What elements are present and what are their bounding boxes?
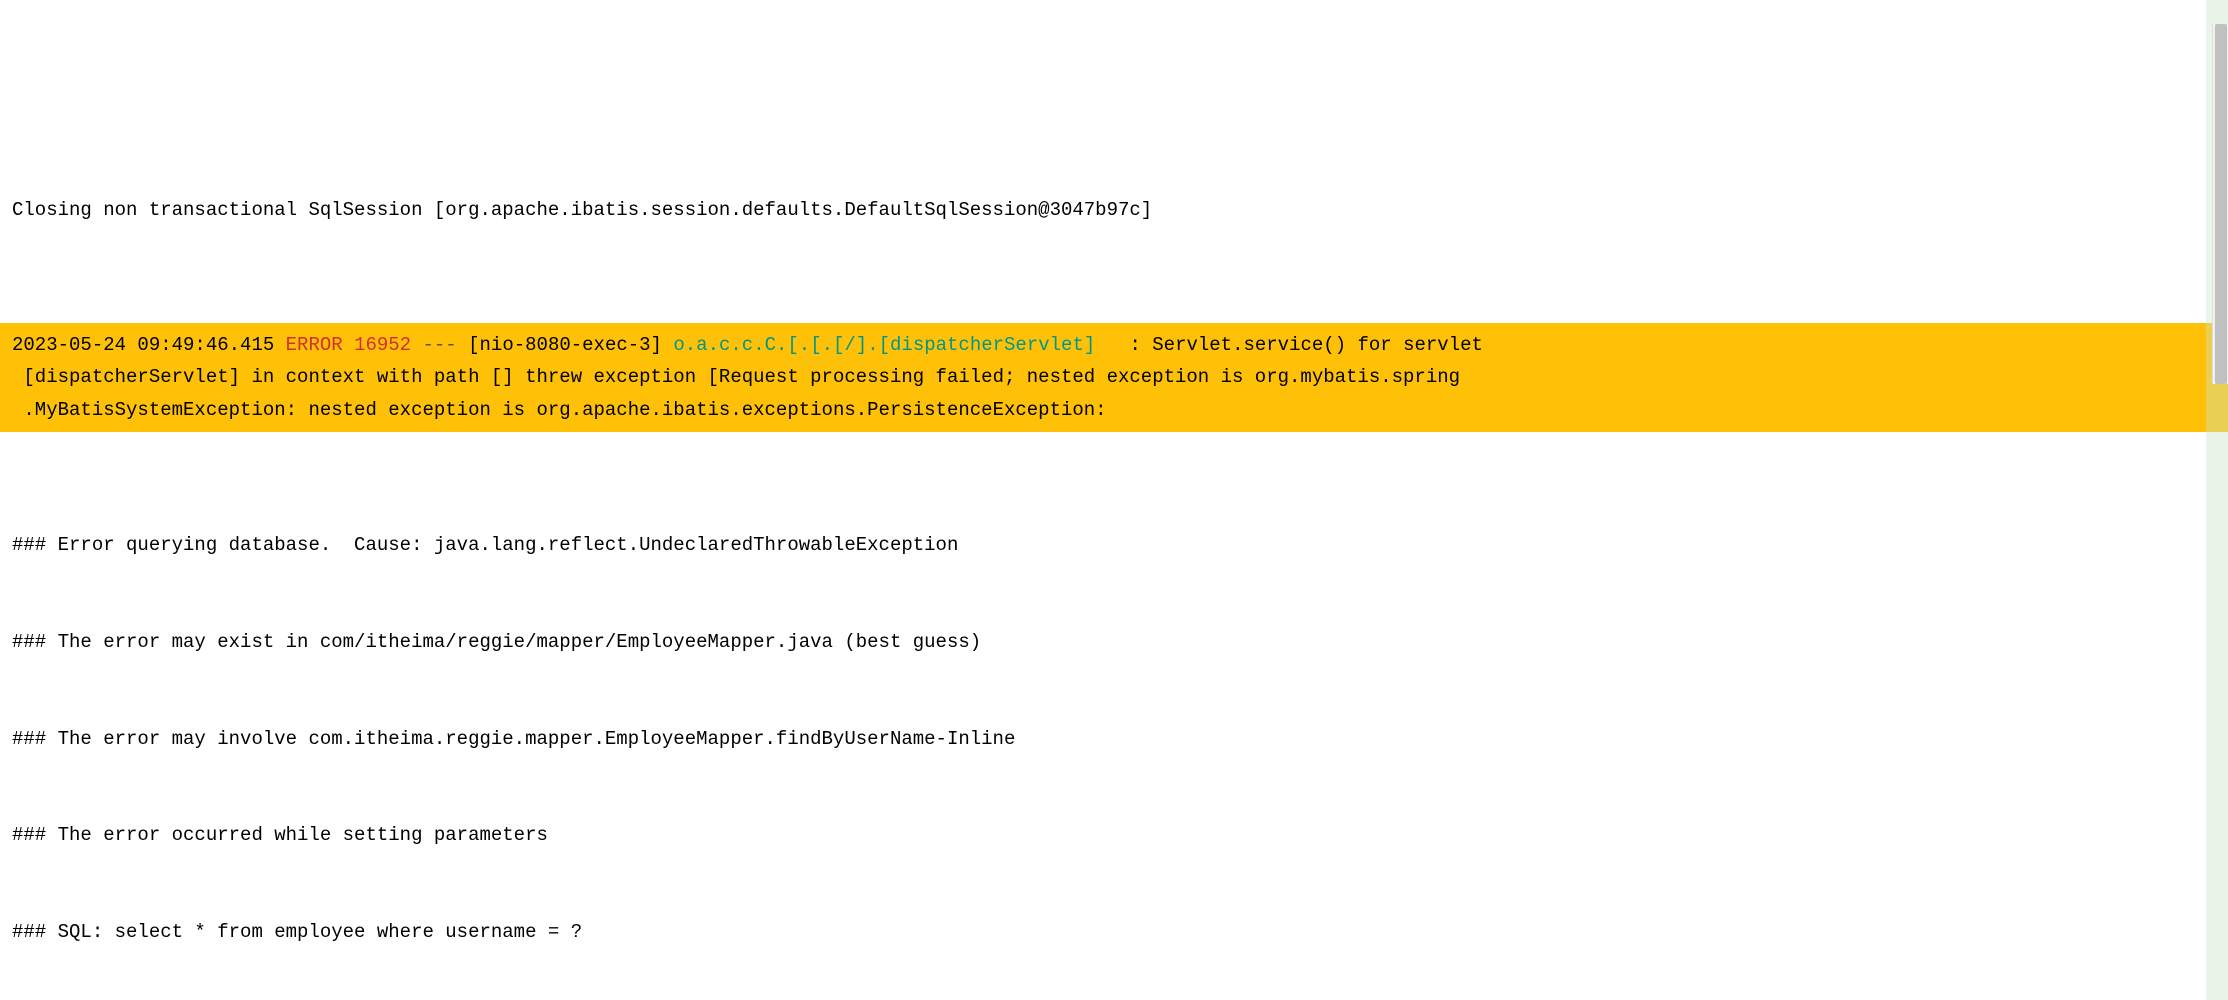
console-log-output: Closing non transactional SqlSession [or… [0, 129, 2228, 1000]
error-detail-line: ### SQL: select * from employee where us… [0, 916, 2228, 948]
error-detail-line: ### The error may exist in com/itheima/r… [0, 626, 2228, 658]
error-detail-line: ### The error may involve com.itheima.re… [0, 723, 2228, 755]
log-level-error: ERROR [286, 334, 343, 356]
log-thread: [nio-8080-exec-3] [468, 334, 662, 356]
highlighted-error-block: 2023-05-24 09:49:46.415 ERROR 16952 --- … [0, 323, 2228, 432]
error-detail-line: ### The error occurred while setting par… [0, 819, 2228, 851]
log-pid: 16952 [354, 334, 411, 356]
log-message-colon: : [1095, 334, 1152, 356]
log-timestamp: 2023-05-24 09:49:46.415 [12, 334, 274, 356]
log-logger-name: o.a.c.c.C.[.[.[/].[dispatcherServlet] [673, 334, 1095, 356]
vertical-scrollbar-track[interactable] [2212, 24, 2228, 384]
log-line-previous: Closing non transactional SqlSession [or… [0, 194, 2228, 226]
vertical-scrollbar-thumb[interactable] [2215, 24, 2227, 384]
log-message-line3: .MyBatisSystemException: nested exceptio… [12, 399, 1118, 421]
error-detail-line: ### Error querying database. Cause: java… [0, 529, 2228, 561]
log-message-part1: Servlet.service() for servlet [1152, 334, 1483, 356]
log-separator: --- [423, 334, 457, 356]
log-message-line2: [dispatcherServlet] in context with path… [12, 366, 1460, 388]
